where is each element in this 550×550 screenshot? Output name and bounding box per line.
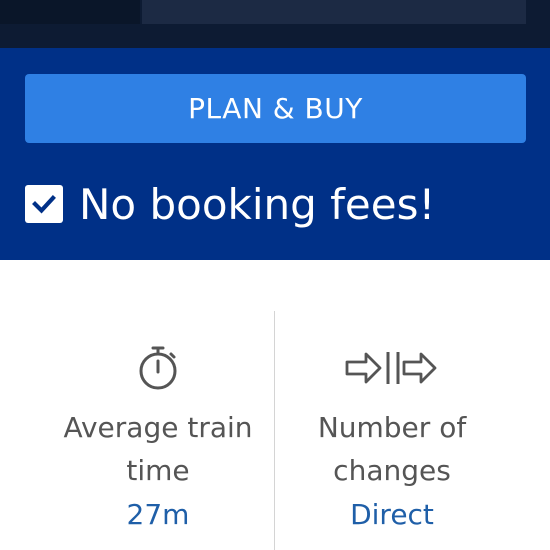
number-of-changes-stat: Number of changes Direct (282, 345, 502, 535)
top-bar-input-field[interactable] (142, 0, 526, 24)
average-train-time-value: 27m (126, 498, 190, 531)
average-train-time-stat: Average train time 27m (48, 345, 268, 535)
checkmark-icon (32, 195, 56, 214)
no-booking-fees-checkbox[interactable] (25, 185, 63, 223)
top-bar (0, 0, 550, 48)
number-of-changes-label: Number of changes (282, 406, 502, 492)
stats-divider (274, 311, 275, 550)
top-bar-left-block (0, 0, 140, 24)
no-booking-fees-label: No booking fees! (79, 179, 436, 229)
changes-arrows-icon (282, 345, 502, 391)
plan-and-buy-button[interactable]: PLAN & BUY (25, 74, 526, 143)
average-train-time-label-line1: Average train (63, 411, 253, 444)
purchase-panel: PLAN & BUY No booking fees! (0, 48, 550, 260)
number-of-changes-label-line1: Number of (317, 411, 467, 444)
number-of-changes-value: Direct (350, 498, 434, 531)
average-train-time-label-line2: time (126, 454, 190, 487)
average-train-time-label: Average train time (48, 406, 268, 492)
stopwatch-icon (48, 345, 268, 391)
number-of-changes-label-line2: changes (333, 454, 451, 487)
no-booking-fees-row[interactable]: No booking fees! (25, 179, 436, 229)
